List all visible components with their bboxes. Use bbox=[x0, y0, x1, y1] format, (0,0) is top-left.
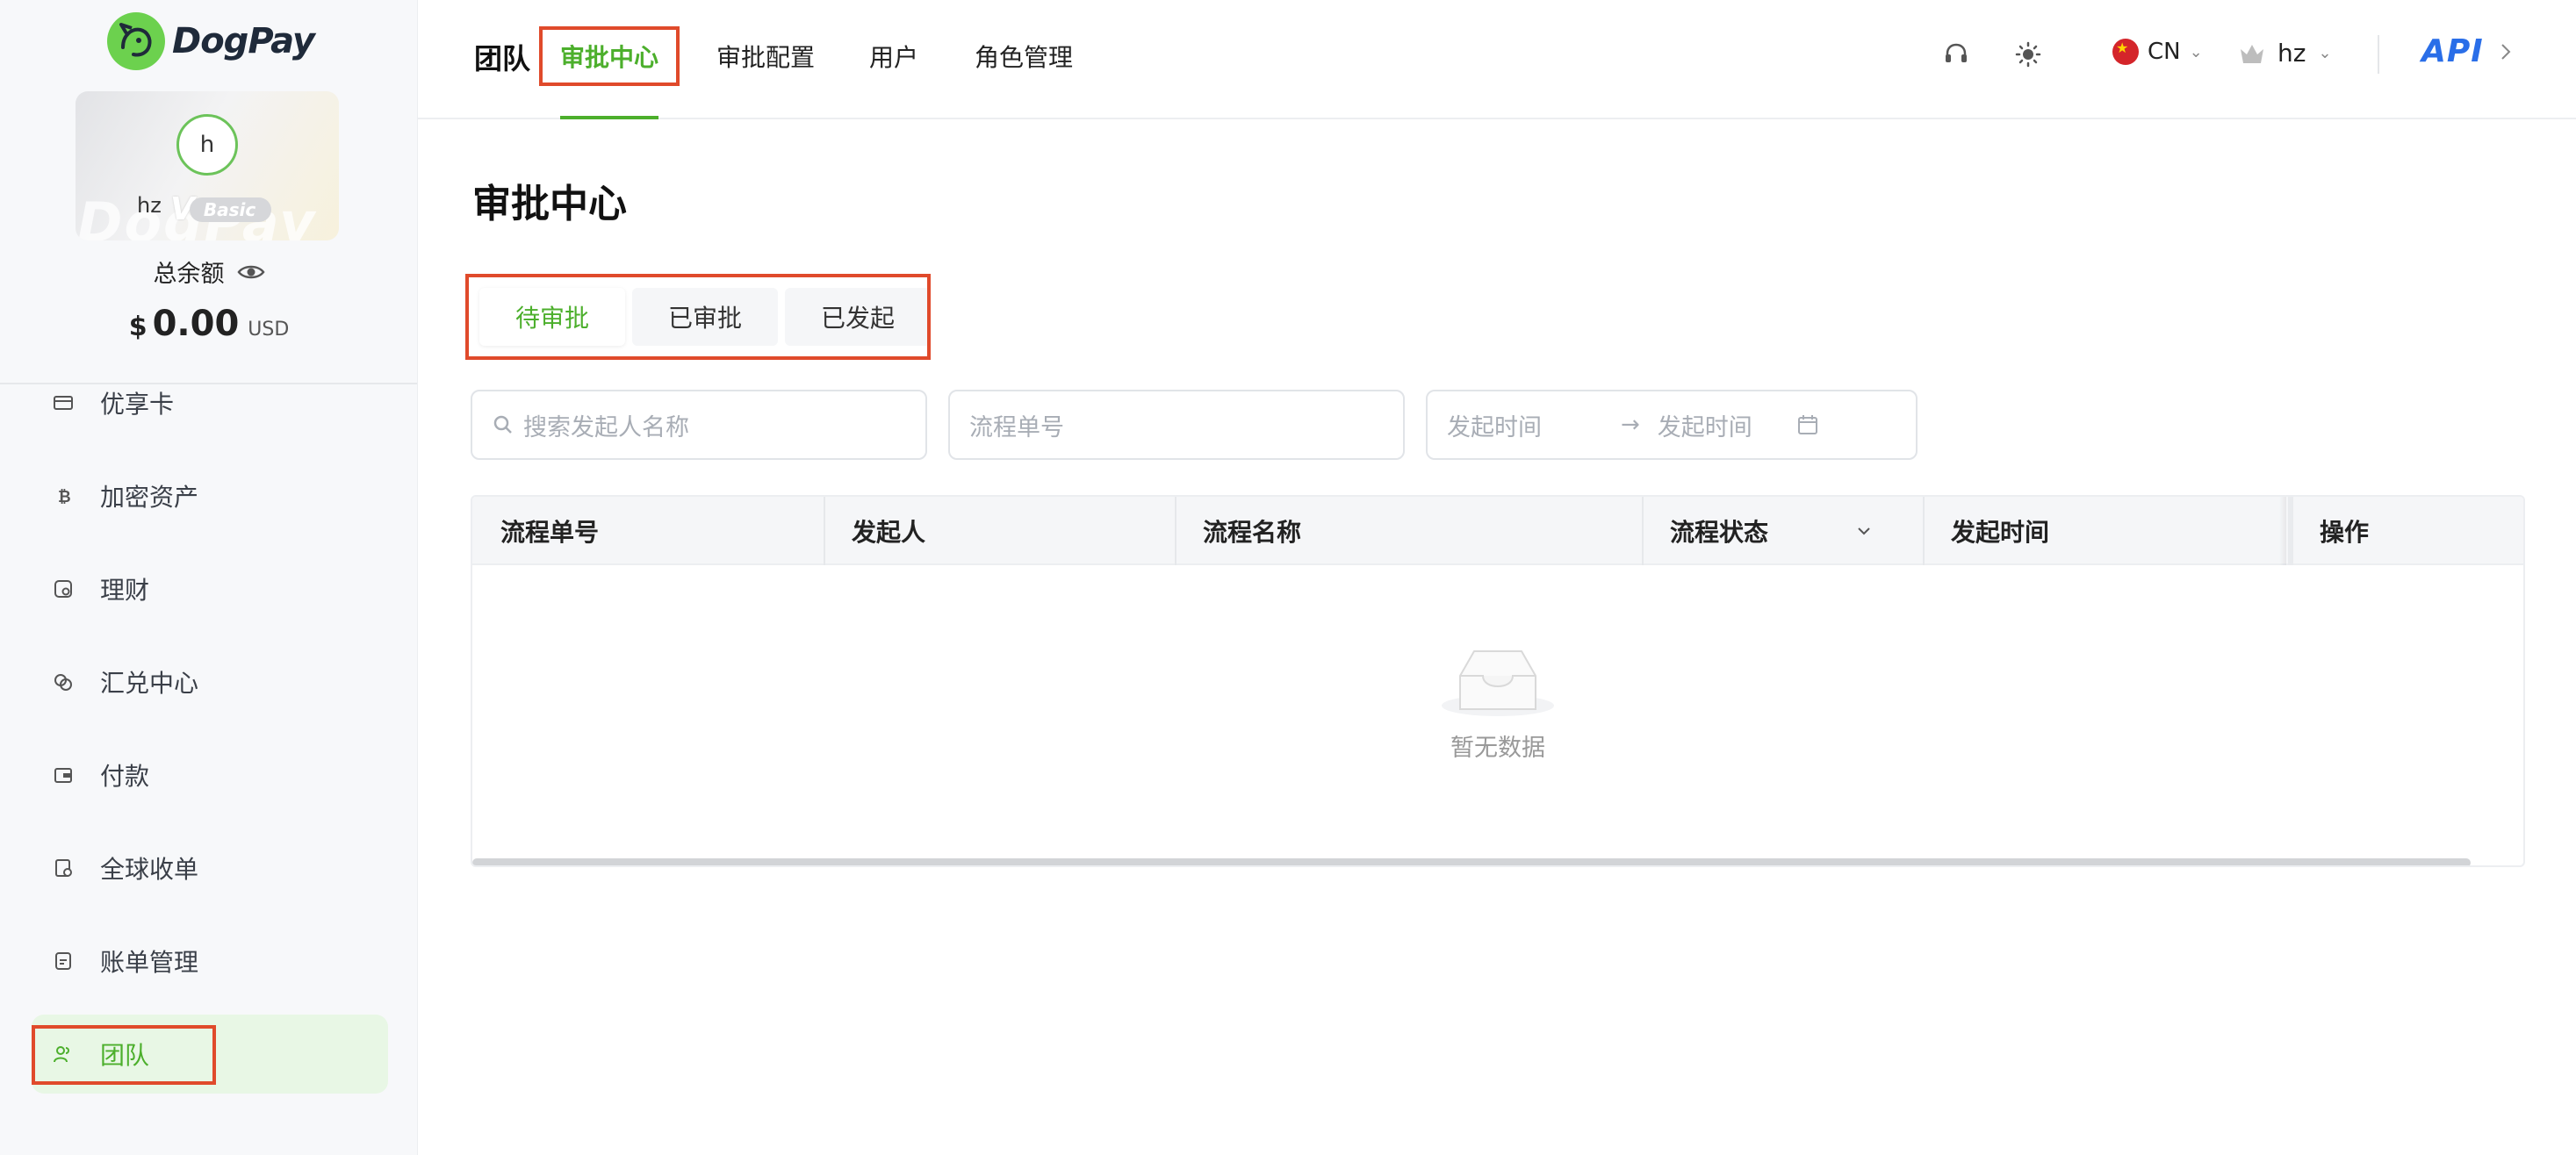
sidebar-item-exchange[interactable]: 汇兑中心 bbox=[32, 642, 388, 721]
sidebar-item-label: 汇兑中心 bbox=[100, 669, 199, 698]
empty-state-label: 暂无数据 bbox=[1450, 735, 1545, 762]
chevron-down-icon: ⌄ bbox=[2189, 42, 2203, 61]
empty-inbox-icon bbox=[1442, 650, 1554, 716]
sidebar-item-acquiring[interactable]: 全球收单 bbox=[32, 829, 388, 908]
active-tab-underline bbox=[560, 116, 658, 119]
card-username: hz bbox=[137, 193, 162, 218]
sidebar-item-label: 优享卡 bbox=[100, 390, 175, 419]
sun-icon[interactable] bbox=[2014, 40, 2042, 68]
bill-icon bbox=[51, 949, 76, 973]
avatar[interactable]: h bbox=[176, 114, 238, 176]
sidebar-item-team[interactable]: 团队 bbox=[32, 1015, 388, 1094]
column-actions: 操作 bbox=[2320, 518, 2370, 547]
sidebar-item-label: 全球收单 bbox=[100, 855, 199, 884]
profile-card[interactable]: DogPay h hz V Basic bbox=[76, 91, 339, 240]
column-flow-number: 流程单号 bbox=[500, 518, 600, 547]
exchange-icon bbox=[51, 670, 76, 694]
search-icon bbox=[493, 415, 512, 434]
chevron-right-icon bbox=[2500, 43, 2511, 60]
calendar-icon bbox=[1797, 415, 1817, 434]
column-separator bbox=[1175, 497, 1176, 565]
balance-label-row: 总余额 bbox=[0, 255, 417, 289]
empty-state: 暂无数据 bbox=[472, 642, 2523, 763]
tab-approval-center[interactable]: 审批中心 bbox=[560, 39, 658, 74]
start-time-placeholder[interactable]: 发起时间 bbox=[1447, 408, 1542, 442]
sidebar-item-finance[interactable]: 理财 bbox=[32, 549, 388, 628]
end-time-placeholder[interactable]: 发起时间 bbox=[1658, 408, 1752, 442]
tab-approval-config[interactable]: 审批配置 bbox=[716, 39, 815, 74]
vip-level: Basic bbox=[189, 197, 272, 222]
balance-label: 总余额 bbox=[153, 261, 225, 288]
search-initiator-input[interactable]: 搜索发起人名称 bbox=[471, 390, 927, 460]
date-range-picker[interactable]: 发起时间 → 发起时间 bbox=[1426, 390, 1918, 460]
sidebar-item-card[interactable]: 优享卡 bbox=[32, 363, 388, 442]
column-separator bbox=[2288, 497, 2293, 565]
fixed-column-shadow bbox=[2279, 497, 2286, 565]
card-icon bbox=[51, 391, 76, 415]
api-link[interactable]: API bbox=[2421, 33, 2512, 69]
segment-approved[interactable]: 已审批 bbox=[632, 288, 778, 346]
page-title: 审批中心 bbox=[472, 182, 627, 226]
sidebar-item-label: 团队 bbox=[100, 1041, 150, 1070]
topbar-divider bbox=[2378, 35, 2379, 74]
approval-status-tabs: 待审批 已审批 已发起 bbox=[471, 279, 939, 351]
wallet-icon bbox=[51, 763, 76, 787]
vip-badge: V Basic bbox=[170, 191, 272, 227]
segment-pending[interactable]: 待审批 bbox=[479, 288, 625, 346]
headset-icon[interactable] bbox=[1942, 40, 1970, 68]
brand-name: DogPay bbox=[172, 21, 315, 61]
column-flow-status[interactable]: 流程状态 bbox=[1670, 497, 1898, 565]
column-separator bbox=[1923, 497, 1925, 565]
crown-icon bbox=[2241, 44, 2263, 63]
column-flow-name: 流程名称 bbox=[1203, 518, 1302, 547]
table-header: 流程单号 发起人 流程名称 流程状态 发起时间 操作 bbox=[472, 497, 2523, 565]
sidebar-item-label: 付款 bbox=[100, 762, 150, 791]
language-selector[interactable]: CN ⌄ bbox=[2112, 39, 2203, 65]
balance-currency-symbol: $ bbox=[128, 312, 148, 342]
balance-unit: USD bbox=[248, 319, 290, 341]
sidebar-item-label: 账单管理 bbox=[100, 948, 199, 977]
segment-initiated[interactable]: 已发起 bbox=[785, 288, 931, 346]
column-separator bbox=[824, 497, 825, 565]
svg-text:₿: ₿ bbox=[58, 488, 71, 506]
approval-table: 流程单号 发起人 流程名称 流程状态 发起时间 操作 暂无数据 bbox=[471, 495, 2525, 867]
top-navigation: 团队 审批中心 审批配置 用户 角色管理 CN ⌄ hz ⌄ API bbox=[418, 0, 2576, 119]
balance-value: 0.00 bbox=[152, 304, 240, 344]
team-icon bbox=[51, 1042, 76, 1066]
api-label: API bbox=[2421, 33, 2484, 69]
column-initiated-time: 发起时间 bbox=[1951, 518, 2050, 547]
dog-logo-icon bbox=[107, 12, 165, 70]
tab-group-title: 团队 bbox=[474, 42, 531, 75]
brand-logo[interactable]: DogPay bbox=[107, 12, 315, 70]
flow-number-input[interactable]: 流程单号 bbox=[948, 390, 1405, 460]
language-code: CN bbox=[2148, 39, 2181, 65]
flow-number-placeholder: 流程单号 bbox=[969, 413, 1064, 441]
sidebar-item-bills[interactable]: 账单管理 bbox=[32, 922, 388, 1001]
column-initiator: 发起人 bbox=[852, 518, 926, 547]
bitcoin-icon: ₿ bbox=[51, 484, 76, 508]
receipt-icon bbox=[51, 856, 76, 880]
column-flow-status-label: 流程状态 bbox=[1670, 518, 1769, 547]
sidebar: DogPay DogPay h hz V Basic 总余额 $ 0.00 US… bbox=[0, 0, 418, 1155]
column-separator bbox=[1642, 497, 1644, 565]
filter-chevron-down-icon[interactable] bbox=[1856, 526, 1872, 536]
user-menu[interactable]: hz ⌄ bbox=[2239, 39, 2332, 68]
sidebar-item-crypto[interactable]: ₿ 加密资产 bbox=[32, 456, 388, 535]
china-flag-icon bbox=[2112, 39, 2139, 65]
search-placeholder: 搜索发起人名称 bbox=[523, 413, 689, 441]
eye-icon[interactable] bbox=[236, 263, 265, 281]
chevron-down-icon: ⌄ bbox=[2318, 44, 2332, 62]
sidebar-item-payment[interactable]: 付款 bbox=[32, 735, 388, 814]
tab-users[interactable]: 用户 bbox=[869, 39, 918, 74]
balance-amount: $ 0.00 USD bbox=[0, 304, 417, 344]
horizontal-scrollbar[interactable] bbox=[472, 858, 2471, 865]
range-arrow-icon: → bbox=[1621, 412, 1640, 438]
finance-icon bbox=[51, 577, 76, 601]
sidebar-item-label: 理财 bbox=[100, 576, 150, 605]
tab-role-management[interactable]: 角色管理 bbox=[975, 39, 1073, 74]
user-name: hz bbox=[2277, 39, 2306, 68]
sidebar-item-label: 加密资产 bbox=[100, 483, 199, 512]
